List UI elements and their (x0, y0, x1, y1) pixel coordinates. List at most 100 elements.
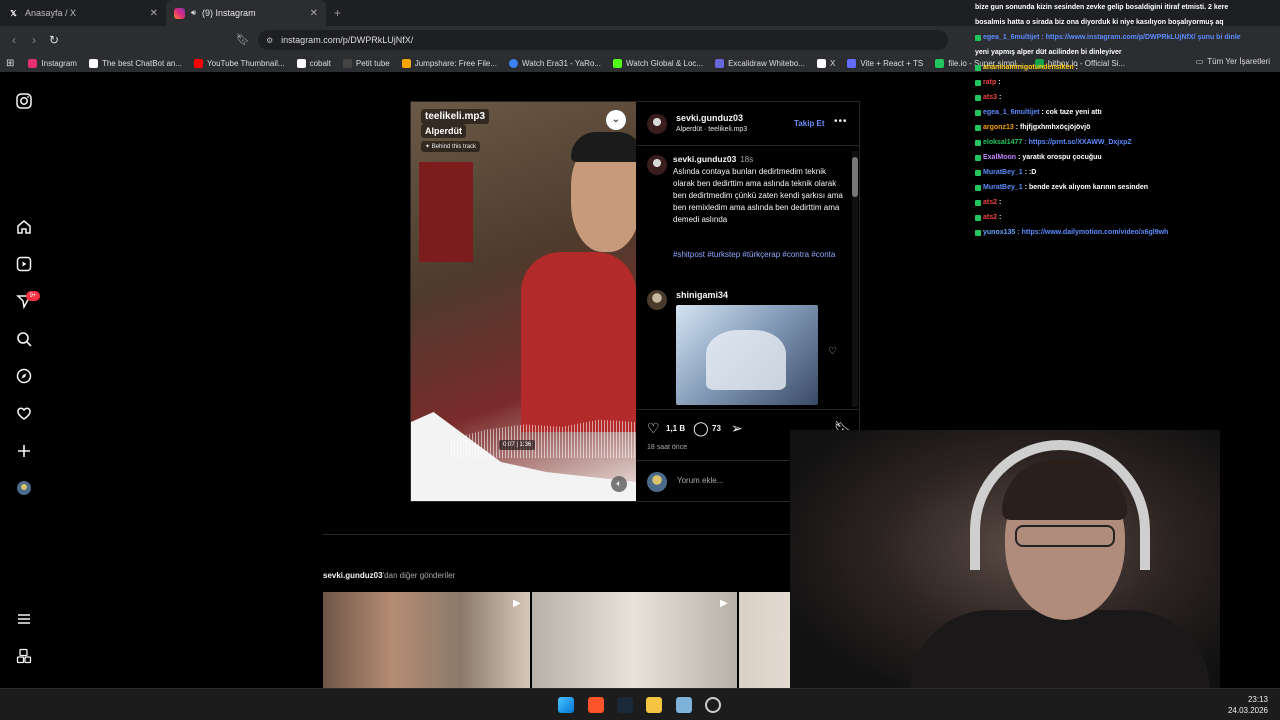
post-hashtags[interactable]: #shitpost #turkstep #türkçerap #contra #… (673, 249, 845, 261)
more-posts-user[interactable]: sevki.gunduz03 (323, 571, 383, 580)
audio-line[interactable]: Alperdüt · teelikeli.mp3 (676, 126, 747, 133)
obs-icon[interactable] (705, 697, 721, 713)
bookmark-item[interactable]: Watch Global & Loc... (612, 58, 703, 68)
bookmark-item[interactable]: Jumpshare: Free File... (401, 58, 497, 68)
like-heart-icon[interactable]: ♡ (647, 420, 660, 437)
follow-button[interactable]: Takip Et (794, 119, 825, 128)
like-count[interactable]: 1,1 B (666, 424, 685, 433)
menu-hamburger-icon[interactable] (16, 611, 32, 627)
behind-track-label: Behind this track (431, 144, 477, 150)
file-explorer-icon[interactable] (646, 697, 662, 713)
caption-avatar[interactable] (647, 155, 667, 175)
bookmark-item[interactable]: Vite + React + TS (847, 58, 923, 68)
commenter-username[interactable]: shinigami34 (676, 290, 728, 300)
bookmark-item[interactable]: YouTube Thumbnail... (194, 58, 285, 68)
song-artist[interactable]: Alperdüt (421, 124, 466, 138)
comment-input[interactable]: Yorum ekle... (677, 476, 723, 485)
chat-message: ats2: (975, 210, 1280, 225)
chat-username[interactable]: ratp (983, 75, 996, 90)
comments-section[interactable]: sevki.gunduz03 18s Aslında contaya bunlar… (636, 147, 860, 409)
chat-username[interactable]: ats2 (983, 210, 997, 225)
reload-icon[interactable]: ↻ (44, 33, 64, 47)
chat-username[interactable]: argonz13 (983, 120, 1014, 135)
behind-track-link[interactable]: ✦ Behind this track (421, 141, 481, 152)
chat-username[interactable]: egea_1_6multijet (983, 105, 1039, 120)
chat-username[interactable]: ananinaminigotundensiken (983, 60, 1074, 75)
bookmark-item[interactable]: Excalidraw Whitebo... (715, 58, 805, 68)
reels-icon[interactable] (16, 256, 32, 272)
comments-scrollbar[interactable] (852, 151, 858, 407)
more-post-thumbnail[interactable]: ▶ (532, 592, 737, 688)
bookmark-item[interactable]: Instagram (28, 58, 77, 68)
bookmark-item[interactable]: cobalt (296, 58, 331, 68)
url-field[interactable]: ⚙ instagram.com/p/DWPRkLUjNfX/ (258, 30, 948, 50)
more-apps-icon[interactable] (16, 648, 32, 664)
notifications-heart-icon[interactable] (16, 405, 32, 421)
bookmark-item[interactable]: X (816, 58, 835, 68)
back-arrow-icon[interactable]: ‹ (4, 33, 24, 47)
search-icon[interactable] (16, 331, 32, 347)
chat-username[interactable]: yunox135 (983, 225, 1015, 240)
close-icon[interactable]: ✕ (150, 8, 158, 19)
system-clock[interactable]: 23:13 24.03.2026 (1228, 694, 1268, 716)
bookmark-item[interactable]: The best ChatBot an... (88, 58, 182, 68)
comment-image[interactable] (676, 305, 818, 405)
site-info-icon[interactable]: ⚙ (266, 36, 273, 45)
chat-message: MuratBey_1: :D (975, 165, 1280, 180)
chat-username[interactable]: MuratBey_1 (983, 180, 1023, 195)
speaker-icon[interactable]: 🔊︎ (191, 8, 196, 18)
explore-compass-icon[interactable] (16, 368, 32, 384)
share-send-icon[interactable]: ➢ (731, 420, 743, 437)
new-tab-button[interactable]: + (334, 6, 341, 20)
create-plus-icon[interactable] (16, 443, 32, 459)
tab-label: (9) Instagram (202, 8, 256, 18)
author-username[interactable]: sevki.gunduz03 (676, 113, 743, 123)
author-avatar[interactable] (647, 114, 667, 134)
more-post-thumbnail[interactable]: ▶ (323, 592, 530, 688)
chat-username[interactable]: ExalMoon (983, 150, 1016, 165)
scrollbar-thumb[interactable] (852, 157, 858, 197)
song-title[interactable]: teelikeli.mp3 (421, 109, 490, 124)
app-icon[interactable] (676, 697, 692, 713)
comment-like-heart-icon[interactable]: ♡ (828, 346, 837, 357)
chat-username[interactable]: ats3 (983, 90, 997, 105)
comment-bubble-icon[interactable]: ◯ (693, 420, 709, 437)
volume-icon[interactable]: 🔈︎ (611, 476, 627, 492)
caption-username[interactable]: sevki.gunduz03 (673, 154, 736, 164)
chat-username[interactable]: egea_1_6multijet (983, 30, 1039, 45)
steam-icon[interactable] (617, 697, 633, 713)
post-video[interactable]: teelikeli.mp3 Alperdüt ✦ Behind this tra… (411, 102, 636, 501)
video-cap-shape (571, 132, 636, 162)
bookmark-item[interactable]: Petit tube (342, 58, 390, 68)
chat-message: ats3: (975, 90, 1280, 105)
webcam-body-shape (910, 610, 1210, 692)
chat-username[interactable]: ats2 (983, 195, 997, 210)
forward-arrow-icon[interactable]: › (24, 33, 44, 47)
messages-badge: 9+ (26, 291, 40, 301)
home-icon[interactable] (16, 219, 32, 235)
tab-x-home[interactable]: 𝕏 Anasayfa / X ✕ (0, 0, 166, 26)
bookmark-item[interactable]: Watch Era31 - YaRo... (508, 58, 601, 68)
chat-message: egea_1_6multijet: https://www.instagram.… (975, 30, 1280, 45)
chat-username[interactable]: MuratBey_1 (983, 165, 1023, 180)
video-background-shape (419, 162, 473, 262)
bookmark-favicon-icon (296, 58, 306, 68)
close-icon[interactable]: ✕ (310, 8, 318, 19)
instagram-logo-icon[interactable] (16, 93, 32, 109)
reel-icon: ▶ (513, 598, 521, 609)
bookmark-page-icon[interactable]: 🔖︎ (236, 33, 250, 46)
commenter-avatar[interactable] (647, 290, 667, 310)
tab-instagram[interactable]: 🔊︎ (9) Instagram ✕ (166, 0, 326, 26)
post-age[interactable]: 18 saat önce (647, 444, 687, 451)
chat-username[interactable]: eloksal1477 (983, 135, 1022, 150)
profile-avatar-icon[interactable] (16, 480, 32, 496)
streamer-webcam (790, 430, 1220, 692)
more-options-icon[interactable]: ••• (834, 116, 848, 127)
post-caption: sevki.gunduz03 18s Aslında contaya bunlar… (673, 153, 845, 226)
chevron-down-icon[interactable]: ⌄ (606, 110, 626, 130)
apps-grid-icon[interactable]: ⊞ (6, 58, 14, 69)
comment-image-shape (706, 330, 786, 390)
brave-browser-icon[interactable] (588, 697, 604, 713)
windows-start-icon[interactable] (558, 697, 574, 713)
bookmark-label: Excalidraw Whitebo... (728, 58, 805, 68)
